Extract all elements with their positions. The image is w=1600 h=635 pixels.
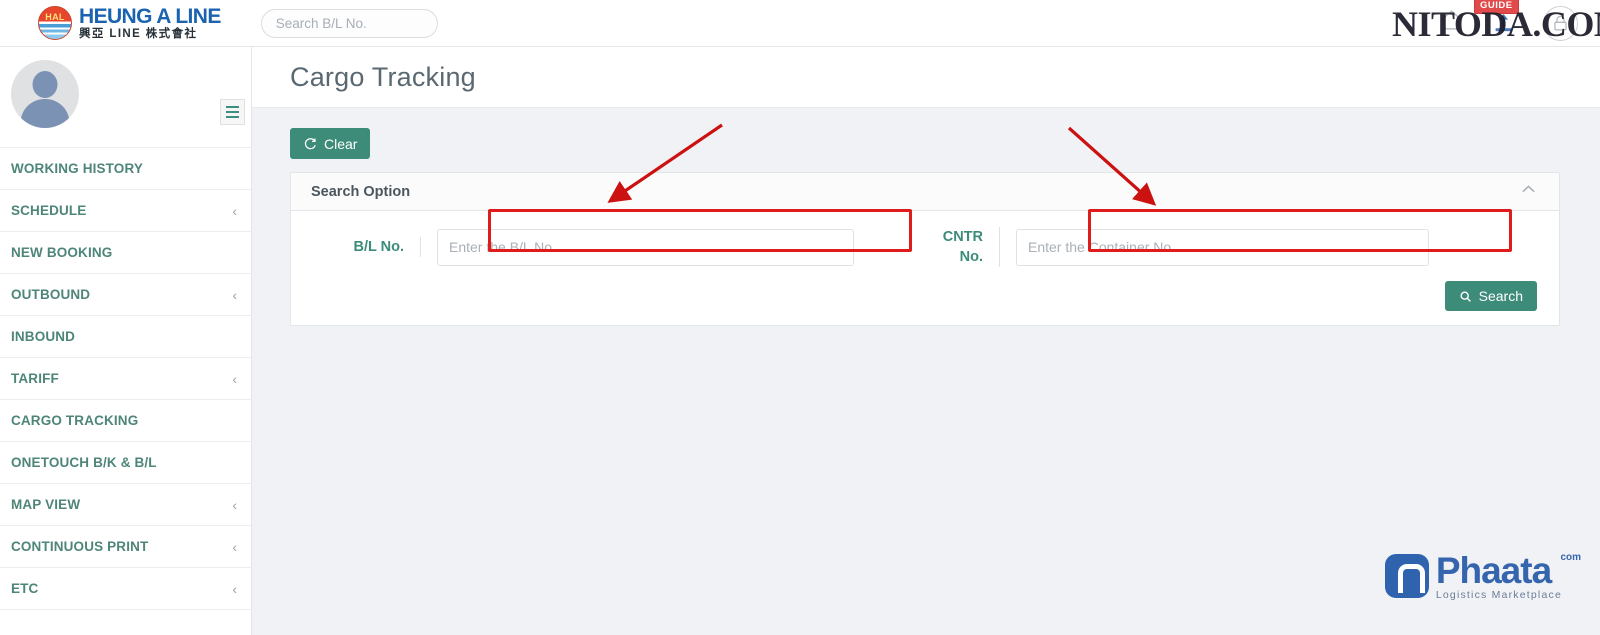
brand-name-kr: 興亞 LINE 株式會社: [79, 27, 198, 40]
bl-no-input[interactable]: [437, 228, 854, 266]
phaata-wordmark: Phaata com Logistics Marketplace: [1435, 549, 1581, 601]
main-content: Cargo Tracking Clear Search Option B/L N…: [252, 47, 1600, 635]
hamburger-bar: [226, 116, 239, 118]
phaata-tagline: Logistics Marketplace: [1435, 588, 1562, 601]
sidebar-item-etc[interactable]: ETC ‹: [0, 568, 251, 610]
search-button-label: Search: [1478, 288, 1523, 304]
chevron-left-icon: ‹: [232, 580, 237, 597]
page-title-bar: Cargo Tracking: [252, 47, 1600, 108]
avatar[interactable]: [11, 60, 79, 128]
cntr-no-input[interactable]: [1016, 228, 1429, 266]
search-button[interactable]: Search: [1444, 281, 1537, 311]
hal-logo-text: HAL: [45, 12, 65, 22]
guide-badge: GUIDE: [1474, 0, 1519, 14]
chevron-left-icon: ‹: [232, 496, 237, 513]
sidebar-item-label: OUTBOUND: [11, 287, 91, 302]
panel-body: B/L No. CNTR No.: [291, 211, 1559, 325]
clear-button-label: Clear: [324, 135, 358, 152]
refresh-icon: [304, 137, 316, 149]
cntr-no-label: CNTR No.: [918, 227, 1000, 267]
header-actions: GUIDE: [1439, 0, 1578, 41]
top-header: HAL HEUNG A LINE 興亞 LINE 株式會社 GUIDE: [0, 0, 1600, 47]
brand-wordmark: HEUNG A LINE 興亞 LINE 株式會社: [79, 6, 221, 41]
brand-name-en: HEUNG A LINE: [79, 4, 221, 28]
avatar-head: [32, 71, 58, 98]
chevron-left-icon: ‹: [232, 538, 237, 555]
sidebar-item-outbound[interactable]: OUTBOUND ‹: [0, 274, 251, 316]
left-sidebar: WORKING HISTORY SCHEDULE ‹ NEW BOOKING OUTBO…: [0, 47, 252, 635]
home-icon[interactable]: [1439, 8, 1464, 38]
clear-button[interactable]: Clear: [290, 128, 371, 159]
avatar-body: [20, 99, 70, 128]
panel-header: Search Option: [291, 173, 1559, 211]
chevron-left-icon: ‹: [232, 202, 237, 219]
hal-logo-icon: HAL: [38, 6, 72, 40]
sidebar-item-label: SCHEDULE: [11, 203, 87, 218]
sidebar-toggle-button[interactable]: [220, 99, 245, 125]
sidebar-item-cargo-tracking[interactable]: CARGO TRACKING: [0, 400, 251, 442]
sidebar-item-label: NEW BOOKING: [11, 245, 113, 260]
account-lock-icon[interactable]: [1543, 5, 1578, 41]
sidebar-item-label: CARGO TRACKING: [11, 413, 139, 428]
chevron-left-icon: ‹: [232, 286, 237, 303]
brand-logo[interactable]: HAL HEUNG A LINE 興亞 LINE 株式會社: [38, 6, 221, 41]
hamburger-bar: [226, 106, 239, 108]
phaata-logo: Phaata com Logistics Marketplace: [1384, 549, 1581, 601]
chevron-up-icon[interactable]: [1514, 179, 1543, 205]
content-area: Clear Search Option B/L No. Enter the B/…: [252, 108, 1600, 326]
cntr-no-field-group: CNTR No.: [918, 227, 1429, 267]
phaata-name: Phaata: [1435, 549, 1552, 591]
sidebar-item-label: CONTINUOUS PRINT: [11, 539, 149, 554]
bl-no-field-group: B/L No.: [311, 228, 854, 266]
sidebar-item-map-view[interactable]: MAP VIEW ‹: [0, 484, 251, 526]
sidebar-item-label: MAP VIEW: [11, 497, 81, 512]
page-title: Cargo Tracking: [290, 61, 476, 92]
sidebar-profile: [0, 47, 251, 147]
phaata-mark-icon: [1384, 553, 1429, 598]
phaata-com-suffix: com: [1560, 551, 1581, 563]
guide-shortcut[interactable]: GUIDE: [1474, 0, 1519, 37]
sidebar-item-new-booking[interactable]: NEW BOOKING: [0, 232, 251, 274]
search-option-panel: Search Option B/L No. CNTR No.: [290, 172, 1560, 326]
search-fields-row: B/L No. CNTR No.: [311, 227, 1539, 267]
sidebar-item-working-history[interactable]: WORKING HISTORY: [0, 148, 251, 190]
sidebar-item-continuous-print[interactable]: CONTINUOUS PRINT ‹: [0, 526, 251, 568]
search-icon: [1460, 290, 1471, 302]
panel-actions: Search: [311, 267, 1539, 311]
sidebar-item-schedule[interactable]: SCHEDULE ‹: [0, 190, 251, 232]
bl-no-label: B/L No.: [311, 237, 421, 257]
sidebar-item-tariff[interactable]: TARIFF ‹: [0, 358, 251, 400]
panel-title: Search Option: [311, 183, 411, 200]
chevron-left-icon: ‹: [232, 370, 237, 387]
sidebar-item-label: ETC: [11, 581, 39, 596]
sidebar-item-label: TARIFF: [11, 371, 59, 386]
sidebar-item-onetouch-b-k-b-l[interactable]: ONETOUCH B/K & B/L: [0, 442, 251, 484]
sidebar-item-label: ONETOUCH B/K & B/L: [11, 455, 157, 470]
header-search-input[interactable]: [260, 8, 438, 38]
sidebar-item-label: INBOUND: [11, 329, 76, 344]
sidebar-menu: WORKING HISTORY SCHEDULE ‹ NEW BOOKING OUTBO…: [0, 147, 251, 610]
sidebar-item-label: WORKING HISTORY: [11, 161, 144, 176]
sidebar-item-inbound[interactable]: INBOUND: [0, 316, 251, 358]
hamburger-bar: [226, 111, 239, 113]
